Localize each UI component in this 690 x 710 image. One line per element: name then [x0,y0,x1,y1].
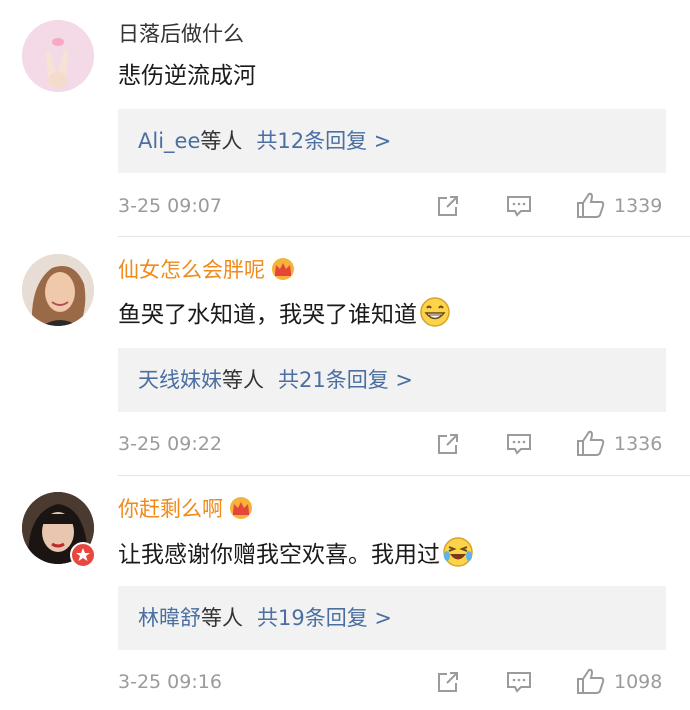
replies-preview[interactable]: 林暐舒等人 共19条回复 > [118,586,666,650]
verified-badge-icon [70,542,96,568]
comment-meta: 3-25 09:16 1098 [118,666,666,698]
comment-text-body: 让我感谢你赠我空欢喜。我用过 [118,542,440,568]
crown-icon [227,496,255,527]
laugh-cry-emoji [442,536,474,577]
comment-author[interactable]: 你赶剩么啊 [118,495,255,527]
comment-time: 3-25 09:16 [118,671,222,693]
comment-text: 让我感谢你赠我空欢喜。我用过 [118,536,474,577]
like-icon[interactable] [576,667,606,705]
reply-count-link[interactable]: 共19条回复 > [257,606,392,630]
comment-item: 你赶剩么啊 让我感谢你赠我空欢喜。我用过 林暐舒等人 共19条回复 > 3-25 … [0,0,690,710]
reply-suffix: 等人 [201,606,243,630]
author-name[interactable]: 你赶剩么啊 [118,497,223,521]
like-count: 1098 [614,671,663,693]
reply-names[interactable]: 林暐舒 [138,606,201,630]
comment-icon[interactable] [506,670,532,704]
share-icon[interactable] [436,670,460,704]
